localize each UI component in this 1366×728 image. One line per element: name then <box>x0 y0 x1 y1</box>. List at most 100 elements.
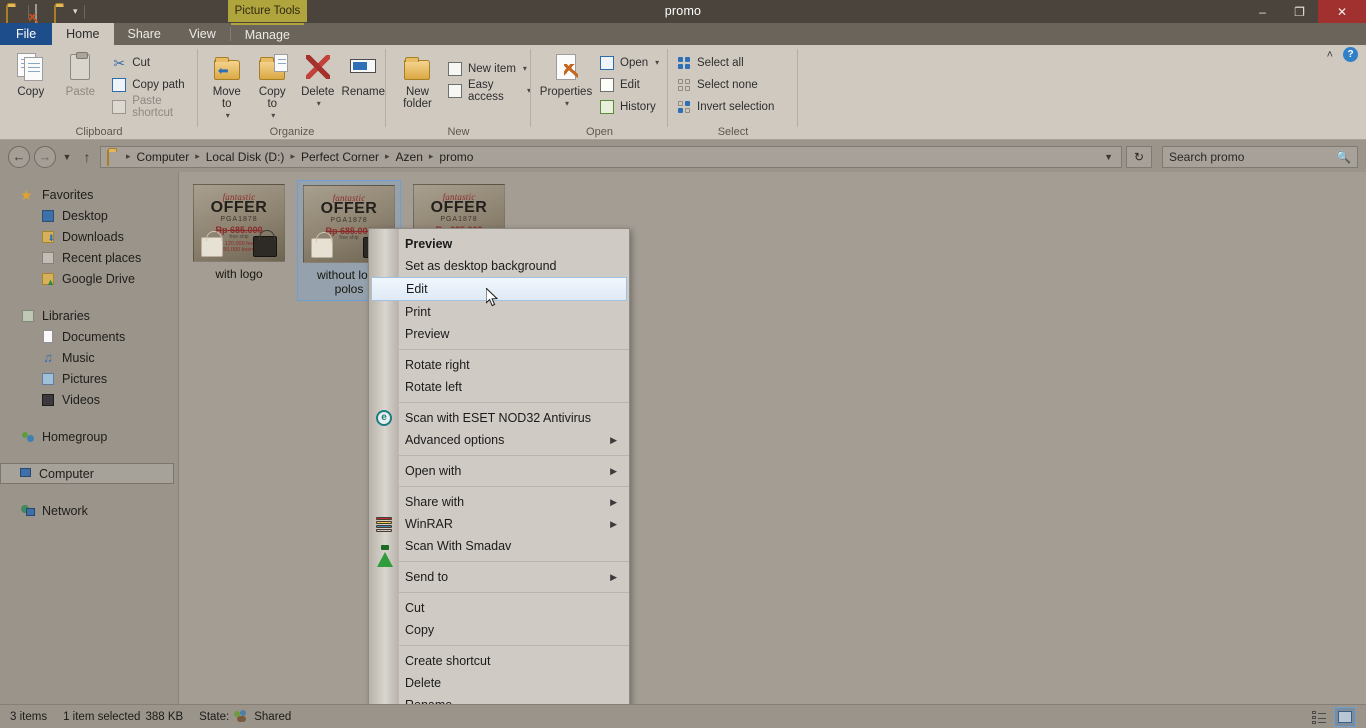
easy-access-button[interactable]: Easy access ▾ <box>447 81 531 100</box>
minimize-button[interactable]: – <box>1244 0 1281 23</box>
sidebar-item-desktop[interactable]: Desktop <box>0 205 178 226</box>
chevron-down-icon[interactable]: ▾ <box>523 64 527 73</box>
invert-selection-button[interactable]: Invert selection <box>676 97 774 116</box>
open-button[interactable]: Open ▾ <box>599 53 659 72</box>
sidebar-item-network[interactable]: Network <box>0 500 178 521</box>
tab-manage[interactable]: Manage <box>231 23 304 45</box>
window-controls[interactable]: – ❐ ✕ <box>1244 0 1366 23</box>
close-button[interactable]: ✕ <box>1318 0 1366 23</box>
view-buttons[interactable] <box>1308 707 1356 727</box>
rename-icon <box>347 51 379 83</box>
sidebar-item-google-drive[interactable]: ▲ Google Drive <box>0 268 178 289</box>
new-folder-button[interactable]: New folder <box>394 51 441 110</box>
context-menu-item-set-as-desktop-background[interactable]: Set as desktop background <box>369 255 629 277</box>
context-menu-item-cut[interactable]: Cut <box>369 597 629 619</box>
chevron-down-icon[interactable]: ▾ <box>226 110 230 122</box>
ribbon-right-controls[interactable]: ˄ ? <box>1327 47 1358 62</box>
tab-home[interactable]: Home <box>52 23 113 45</box>
refresh-button[interactable]: ↻ <box>1126 146 1152 168</box>
back-button[interactable]: ← <box>8 146 30 168</box>
collapse-ribbon-icon[interactable]: ˄ <box>1327 49 1333 61</box>
label: Preview <box>399 327 449 341</box>
copy-to-button[interactable]: Copy to ▾ <box>250 51 296 122</box>
copy-to-label: Copy to <box>259 86 286 110</box>
sidebar-item-homegroup[interactable]: Homegroup <box>0 426 178 447</box>
forward-button[interactable]: → <box>34 146 56 168</box>
breadcrumb-item-perfect-corner[interactable]: Perfect Corner <box>296 147 384 167</box>
sidebar-item-libraries[interactable]: Libraries <box>0 305 178 326</box>
cut-button[interactable]: ✂ Cut <box>111 53 198 72</box>
paste-shortcut-button[interactable]: Paste shortcut <box>111 97 198 116</box>
breadcrumb-item-azen[interactable]: Azen <box>391 147 428 167</box>
new-item-button[interactable]: New item ▾ <box>447 59 531 78</box>
recent-locations-icon[interactable]: ▼ <box>60 152 74 162</box>
spacer <box>0 484 178 500</box>
context-menu-item-create-shortcut[interactable]: Create shortcut <box>369 650 629 672</box>
ribbon-tabs[interactable]: File Home Share View Manage <box>0 23 1366 45</box>
sidebar-item-documents[interactable]: Documents <box>0 326 178 347</box>
select-all-button[interactable]: Select all <box>676 53 774 72</box>
chevron-down-icon[interactable]: ▾ <box>655 58 659 67</box>
edit-button[interactable]: Edit <box>599 75 659 94</box>
context-menu-item-open-with[interactable]: Open with ▶ <box>369 460 629 482</box>
context-menu-item-scan-with-eset[interactable]: e Scan with ESET NOD32 Antivirus <box>369 407 629 429</box>
context-menu-item-send-to[interactable]: Send to ▶ <box>369 566 629 588</box>
context-menu-item-rotate-left[interactable]: Rotate left <box>369 376 629 398</box>
chevron-down-icon[interactable]: ▾ <box>317 98 321 110</box>
file-list-pane[interactable]: fantastic OFFER PGA1878 Rp 685.000 free … <box>178 172 1366 704</box>
help-button[interactable]: ? <box>1343 47 1358 62</box>
breadcrumb[interactable]: ▸ Computer ▸ Local Disk (D:) ▸ Perfect C… <box>100 146 1122 168</box>
rename-button[interactable]: Rename <box>341 51 387 98</box>
large-icons-view-button[interactable] <box>1334 707 1356 727</box>
delete-button[interactable]: Delete ▾ <box>295 51 341 110</box>
properties-label: Properties <box>540 86 592 98</box>
context-menu-item-preview[interactable]: Preview <box>369 323 629 345</box>
breadcrumb-item-promo[interactable]: promo <box>434 147 478 167</box>
invert-selection-icon <box>676 99 692 115</box>
breadcrumb-item-local-disk[interactable]: Local Disk (D:) <box>201 147 290 167</box>
copy-button[interactable]: Copy <box>6 51 56 98</box>
sidebar-item-downloads[interactable]: ⬇ Downloads <box>0 226 178 247</box>
tab-view[interactable]: View <box>175 23 230 45</box>
sidebar-item-music[interactable]: ♫ Music <box>0 347 178 368</box>
context-menu-item-preview-default[interactable]: Preview <box>369 233 629 255</box>
downloads-icon: ⬇ <box>40 229 56 245</box>
sidebar-item-pictures[interactable]: Pictures <box>0 368 178 389</box>
context-menu-item-copy[interactable]: Copy <box>369 619 629 641</box>
sidebar-item-videos[interactable]: Videos <box>0 389 178 410</box>
copy-path-button[interactable]: Copy path <box>111 75 198 94</box>
restore-button[interactable]: ❐ <box>1281 0 1318 23</box>
up-button[interactable]: ↑ <box>78 149 96 165</box>
sidebar-item-favorites[interactable]: ★ Favorites <box>0 184 178 205</box>
chevron-down-icon[interactable]: ▾ <box>271 110 275 122</box>
context-menu-item-rotate-right[interactable]: Rotate right <box>369 354 629 376</box>
breadcrumb-item-computer[interactable]: Computer <box>132 147 195 167</box>
label: Print <box>399 305 431 319</box>
new-item-icon <box>447 61 463 77</box>
details-view-button[interactable] <box>1308 707 1330 727</box>
search-icon[interactable]: 🔍 <box>1336 150 1351 164</box>
context-menu-item-advanced-options[interactable]: Advanced options ▶ <box>369 429 629 451</box>
tab-share[interactable]: Share <box>114 23 175 45</box>
context-menu-item-scan-with-smadav[interactable]: Scan With Smadav <box>369 535 629 557</box>
new-folder-icon <box>401 51 433 83</box>
file-item[interactable]: fantastic OFFER PGA1878 Rp 685.000 free … <box>187 180 291 301</box>
thumbnail: fantastic OFFER PGA1878 Rp 685.000 free … <box>193 184 285 262</box>
search-input[interactable]: Search promo 🔍 <box>1162 146 1358 168</box>
history-button[interactable]: History <box>599 97 659 116</box>
paste-button[interactable]: Paste <box>56 51 106 98</box>
chevron-down-icon[interactable]: ▼ <box>1104 152 1117 162</box>
context-menu-item-share-with[interactable]: Share with ▶ <box>369 491 629 513</box>
move-to-button[interactable]: ⬅ Move to ▾ <box>204 51 250 122</box>
context-menu-item-winrar[interactable]: WinRAR ▶ <box>369 513 629 535</box>
context-menu-item-delete[interactable]: Delete <box>369 672 629 694</box>
thumb-headline: OFFER <box>414 200 504 216</box>
divider <box>399 592 629 593</box>
tab-file[interactable]: File <box>0 23 52 45</box>
label: Scan With Smadav <box>399 539 511 553</box>
select-none-button[interactable]: Select none <box>676 75 774 94</box>
sidebar-item-recent-places[interactable]: Recent places <box>0 247 178 268</box>
sidebar-item-computer[interactable]: Computer <box>0 463 174 484</box>
properties-button[interactable]: Properties ▾ <box>537 51 595 110</box>
chevron-down-icon[interactable]: ▾ <box>565 98 569 110</box>
